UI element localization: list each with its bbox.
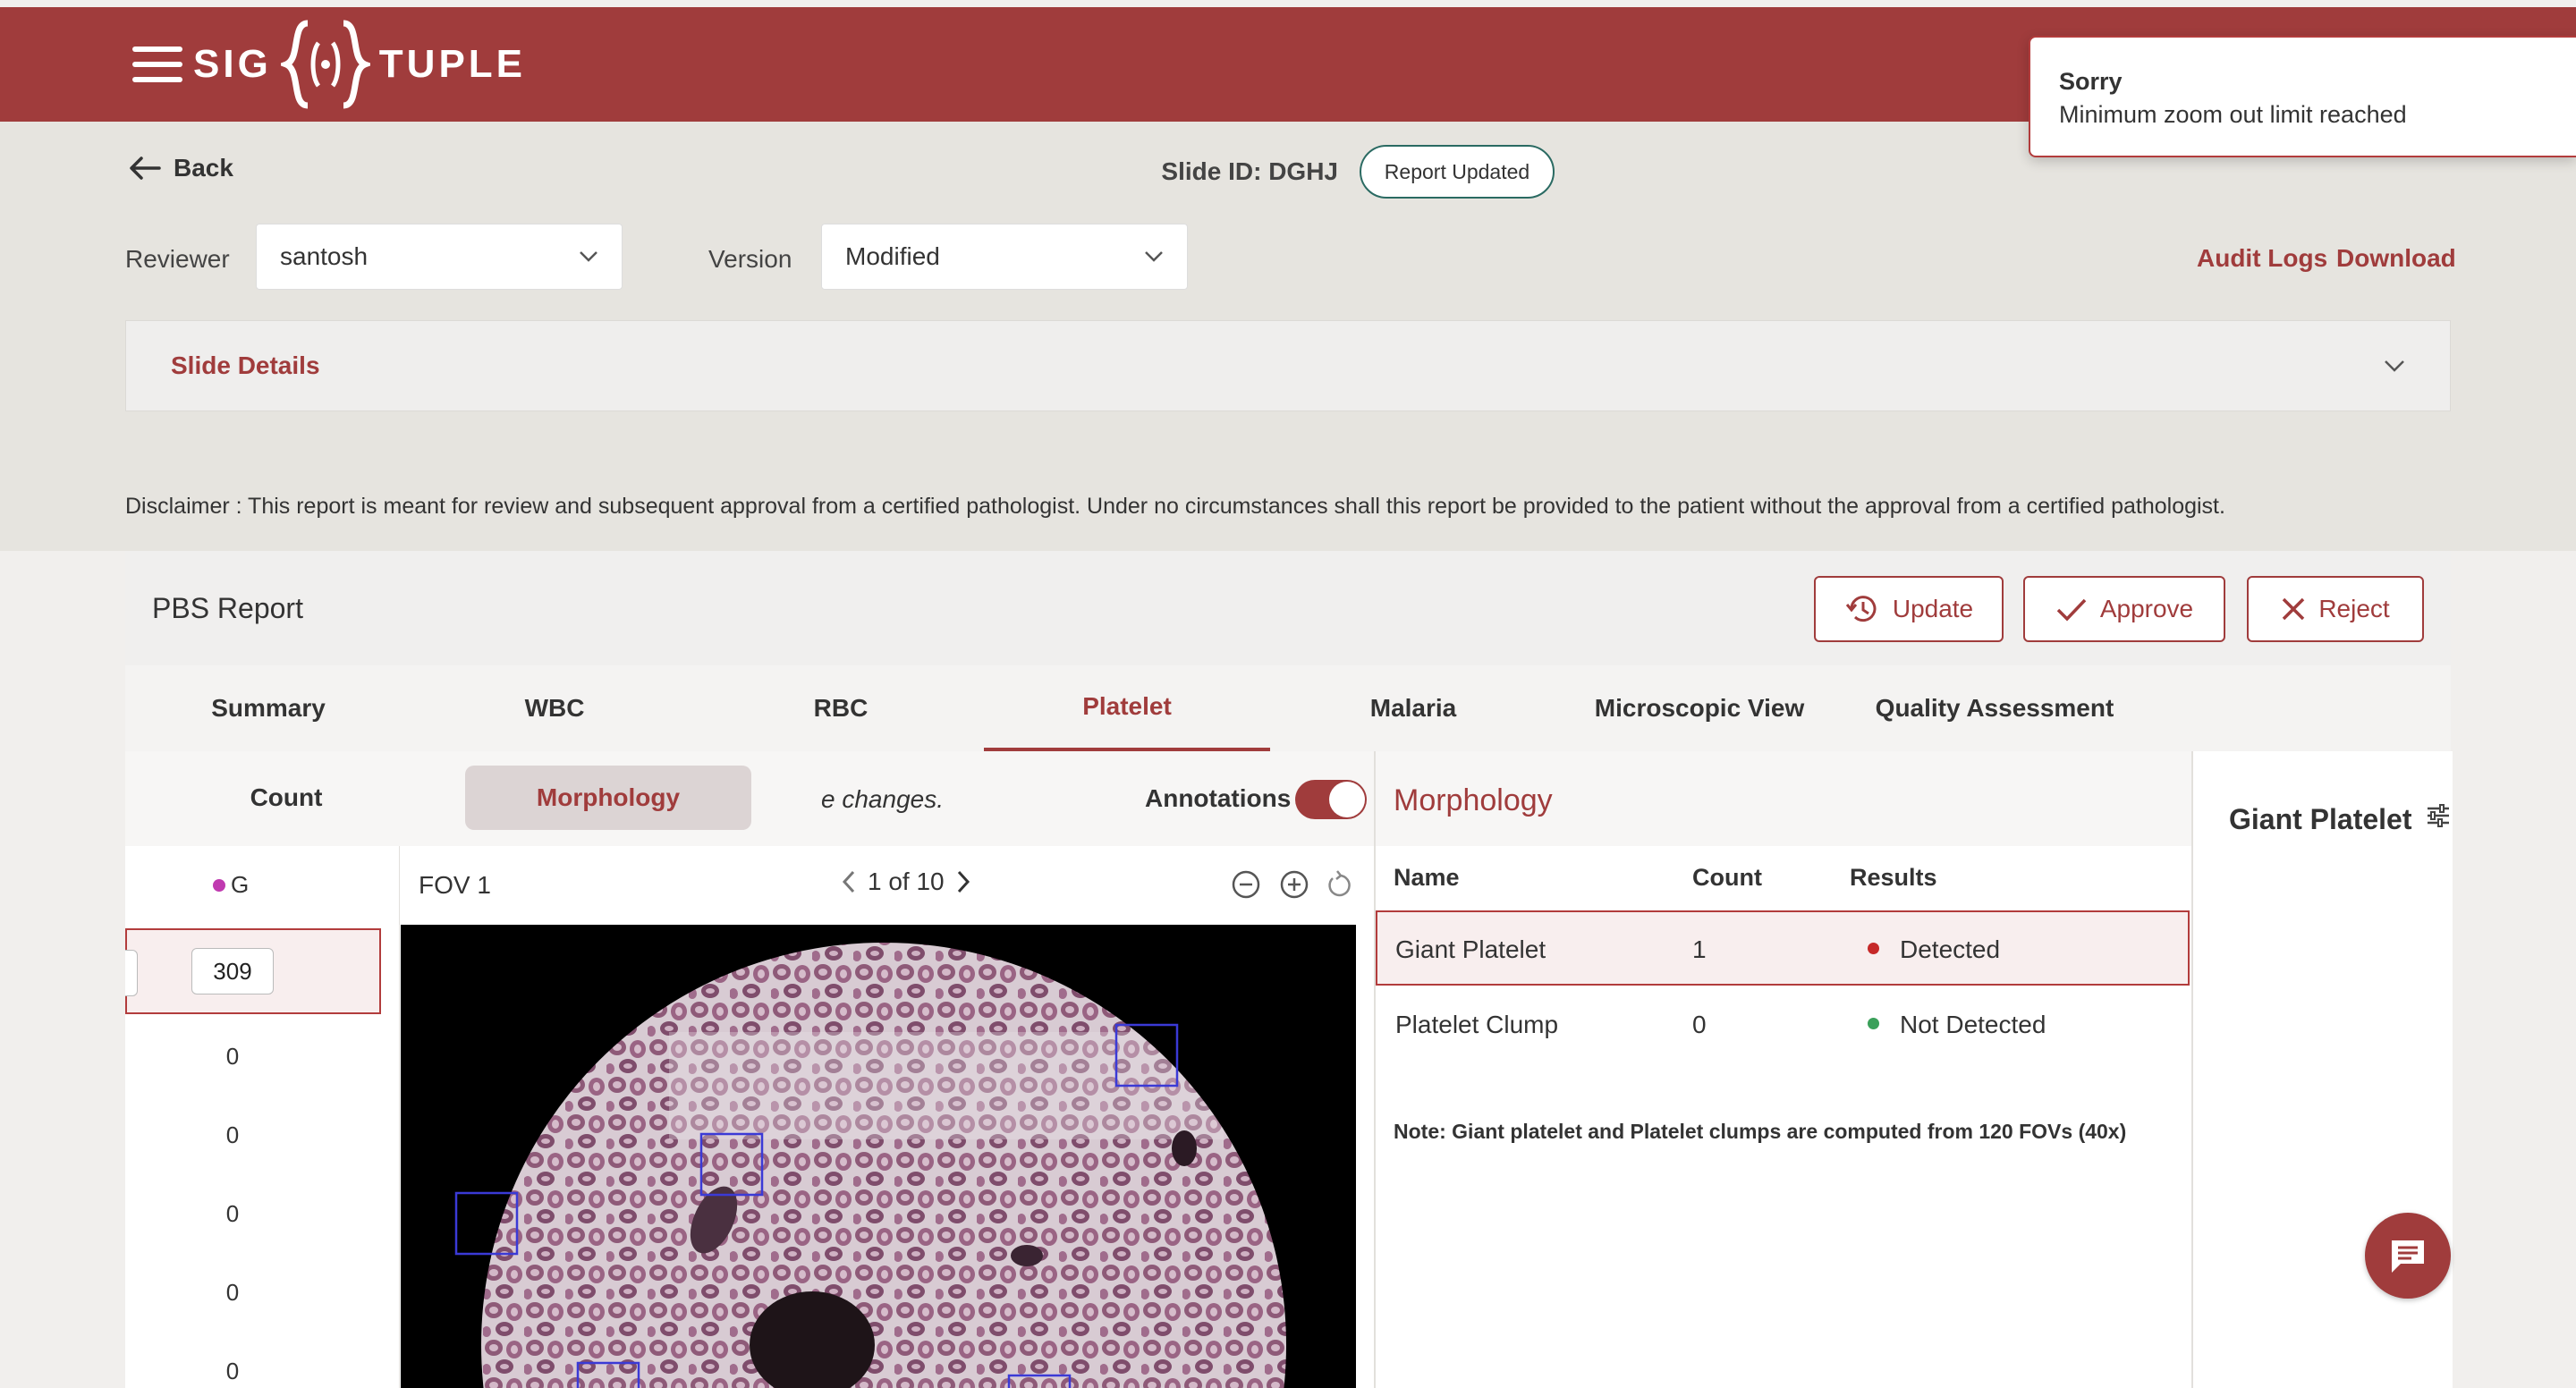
fov-label: FOV 1 <box>419 871 491 899</box>
menu-icon[interactable] <box>132 47 182 82</box>
approve-button[interactable]: Approve <box>2023 576 2225 642</box>
tab-rbc[interactable]: RBC <box>698 665 984 751</box>
blood-smear-image <box>401 925 1356 1388</box>
reviewer-label: Reviewer <box>125 245 230 273</box>
reject-button[interactable]: Reject <box>2247 576 2424 642</box>
count-input[interactable]: 309 <box>191 948 274 994</box>
disclaimer-text: Disclaimer : This report is meant for re… <box>125 494 2225 519</box>
count-value: 0 <box>225 1358 240 1384</box>
subtab-count[interactable]: Count <box>179 766 394 830</box>
fov-page-indicator: 1 of 10 <box>868 868 945 895</box>
version-label: Version <box>708 245 792 273</box>
row-result: Detected <box>1900 935 2001 963</box>
reset-icon[interactable] <box>1326 869 1352 900</box>
download-link[interactable]: Download <box>2336 244 2456 273</box>
slide-id: Slide ID: DGHJ <box>1161 157 1338 185</box>
chat-button[interactable] <box>2365 1213 2451 1299</box>
toggle-knob <box>1329 782 1365 817</box>
annotations-toggle[interactable] <box>1295 780 1367 819</box>
arrow-left-icon <box>130 157 161 180</box>
tab-summary[interactable]: Summary <box>125 665 411 751</box>
reject-label: Reject <box>2318 595 2390 622</box>
status-badge: Report Updated <box>1360 145 1555 199</box>
logo-brace-mark <box>280 20 370 109</box>
column-header-name: Name <box>1394 864 1460 891</box>
chat-icon <box>2392 1240 2424 1273</box>
count-value: 0 <box>225 1279 240 1306</box>
row-count: 0 <box>1692 1011 1707 1038</box>
history-icon <box>1845 596 1877 622</box>
tab-wbc[interactable]: WBC <box>411 665 698 751</box>
report-tabs: Summary WBC RBC Platelet Malaria Microsc… <box>125 665 2451 751</box>
chevron-down-icon <box>580 251 597 262</box>
count-value: 0 <box>225 1043 240 1070</box>
back-button[interactable]: Back <box>129 154 233 182</box>
audit-logs-link[interactable]: Audit Logs <box>2197 244 2327 273</box>
morphology-panel <box>1374 751 2193 1388</box>
count-input-partial[interactable] <box>125 950 138 996</box>
count-column <box>125 846 400 1388</box>
annotations-label: Annotations <box>1145 784 1292 812</box>
tab-quality-assessment[interactable]: Quality Assessment <box>1843 665 2147 751</box>
brand-logo: SIG TUPLE <box>193 18 526 111</box>
report-title: PBS Report <box>152 592 303 624</box>
reviewer-value: santosh <box>280 242 369 270</box>
reviewer-select[interactable]: santosh <box>256 224 623 290</box>
cell-legend: G <box>213 871 249 899</box>
count-value: 0 <box>225 1121 240 1148</box>
chevron-right-icon[interactable] <box>955 869 971 894</box>
update-button[interactable]: Update <box>1814 576 2004 642</box>
not-detected-status-dot <box>1868 1018 1879 1029</box>
fov-pager: 1 of 10 <box>841 868 971 896</box>
row-count: 1 <box>1692 935 1707 963</box>
tab-microscopic-view[interactable]: Microscopic View <box>1556 665 1843 751</box>
tab-platelet[interactable]: Platelet <box>984 665 1270 751</box>
filter-icon[interactable] <box>2426 803 2451 828</box>
zoom-in-icon[interactable] <box>1279 869 1309 900</box>
detected-status-dot <box>1868 943 1879 954</box>
version-select[interactable]: Modified <box>821 224 1188 290</box>
legend-dot <box>213 878 225 892</box>
subtab-morphology[interactable]: Morphology <box>465 766 751 830</box>
row-name: Giant Platelet <box>1395 935 1546 963</box>
tab-malaria[interactable]: Malaria <box>1270 665 1556 751</box>
zoom-out-icon[interactable] <box>1231 869 1261 900</box>
chevron-down-icon <box>1145 251 1163 262</box>
morphology-note: Note: Giant platelet and Platelet clumps… <box>1394 1120 2127 1143</box>
slide-details-label: Slide Details <box>171 351 320 379</box>
microscope-viewer[interactable] <box>401 925 1356 1388</box>
update-label: Update <box>1892 595 1974 622</box>
legend-label: G <box>231 871 250 898</box>
toast-message: Minimum zoom out limit reached <box>2059 101 2407 128</box>
morphology-title: Morphology <box>1394 783 1553 817</box>
check-icon <box>2056 598 2087 622</box>
row-name: Platelet Clump <box>1395 1011 1559 1038</box>
chevron-down-icon <box>2385 360 2404 372</box>
close-icon <box>2283 597 2305 621</box>
count-value: 0 <box>225 1200 240 1227</box>
chevron-left-icon[interactable] <box>841 869 857 894</box>
back-label: Back <box>174 154 233 182</box>
changes-hint-text: e changes. <box>821 785 944 813</box>
toast-notification: Sorry Minimum zoom out limit reached <box>2029 36 2576 157</box>
column-header-results: Results <box>1850 864 1937 891</box>
version-value: Modified <box>845 242 940 270</box>
giant-platelet-title: Giant Platelet <box>2229 803 2412 835</box>
row-result: Not Detected <box>1900 1011 2046 1038</box>
approve-label: Approve <box>2099 595 2194 622</box>
toast-title: Sorry <box>2059 68 2123 95</box>
column-header-count: Count <box>1692 864 1762 891</box>
slide-details-accordion[interactable]: Slide Details <box>125 320 2451 411</box>
